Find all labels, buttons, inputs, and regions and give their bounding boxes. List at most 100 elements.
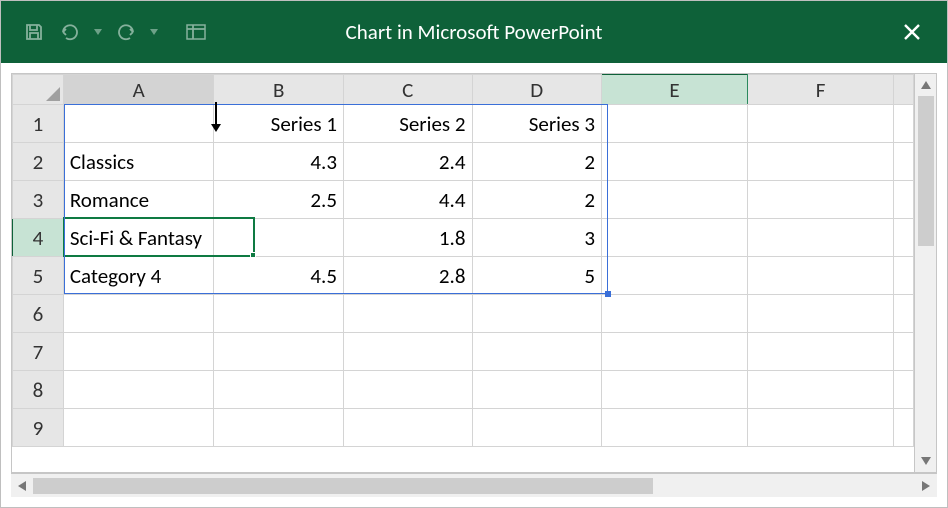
cell-A1[interactable]	[63, 105, 214, 143]
cell-C6[interactable]	[343, 295, 472, 333]
cell-fill-4	[894, 219, 914, 257]
cell-B3[interactable]: 2.5	[214, 181, 344, 219]
cell-E3[interactable]	[602, 181, 748, 219]
cell-A8[interactable]	[63, 371, 214, 409]
row-header-4[interactable]: 4	[13, 219, 64, 257]
cell-fill-6	[894, 295, 914, 333]
window-title: Chart in Microsoft PowerPoint	[346, 19, 603, 45]
cell-D9[interactable]	[472, 409, 602, 447]
cell-F7[interactable]	[748, 333, 894, 371]
cell-E9[interactable]	[602, 409, 748, 447]
cell-B8[interactable]	[214, 371, 344, 409]
column-header-E[interactable]: E	[602, 75, 748, 105]
workbook-area: ABCDEF1Series 1Series 2Series 32Classics…	[1, 63, 947, 507]
cell-A5[interactable]: Category 4	[63, 257, 214, 295]
grid-inner[interactable]: ABCDEF1Series 1Series 2Series 32Classics…	[12, 74, 914, 472]
cell-B9[interactable]	[214, 409, 344, 447]
cell-fill-7	[894, 333, 914, 371]
cell-A2[interactable]: Classics	[63, 143, 214, 181]
cell-C3[interactable]: 4.4	[343, 181, 472, 219]
redo-icon[interactable]	[111, 17, 141, 47]
cell-fill-8	[894, 371, 914, 409]
column-header-A[interactable]: A	[63, 75, 214, 105]
cell-F1[interactable]	[748, 105, 894, 143]
cell-F3[interactable]	[748, 181, 894, 219]
cell-D6[interactable]	[472, 295, 602, 333]
hscroll-track[interactable]	[33, 474, 915, 498]
cell-C1[interactable]: Series 2	[343, 105, 472, 143]
cell-F2[interactable]	[748, 143, 894, 181]
grid-wrap: ABCDEF1Series 1Series 2Series 32Classics…	[11, 73, 937, 473]
cell-fill-3	[894, 181, 914, 219]
cell-C7[interactable]	[343, 333, 472, 371]
cell-D8[interactable]	[472, 371, 602, 409]
cell-A4[interactable]: Sci-Fi & Fantasy	[63, 219, 214, 257]
scroll-down-icon[interactable]	[915, 450, 937, 472]
cell-E2[interactable]	[602, 143, 748, 181]
horizontal-scrollbar[interactable]	[11, 473, 937, 497]
column-header-F[interactable]: F	[748, 75, 894, 105]
cell-B2[interactable]: 4.3	[214, 143, 344, 181]
data-range-handle[interactable]	[605, 291, 611, 297]
vertical-scrollbar[interactable]	[914, 74, 936, 472]
cell-D7[interactable]	[472, 333, 602, 371]
scroll-right-icon[interactable]	[915, 474, 937, 498]
row-header-1[interactable]: 1	[13, 105, 64, 143]
row-header-8[interactable]: 8	[13, 371, 64, 409]
cell-E8[interactable]	[602, 371, 748, 409]
cell-F4[interactable]	[748, 219, 894, 257]
close-button[interactable]	[895, 15, 929, 49]
cell-E1[interactable]	[602, 105, 748, 143]
cell-A3[interactable]: Romance	[63, 181, 214, 219]
cell-E4[interactable]	[602, 219, 748, 257]
vscroll-track[interactable]	[915, 96, 937, 450]
select-all-corner[interactable]	[13, 75, 64, 105]
cell-B6[interactable]	[214, 295, 344, 333]
redo-dropdown-icon[interactable]	[147, 29, 161, 35]
cell-E5[interactable]	[602, 257, 748, 295]
row-header-3[interactable]: 3	[13, 181, 64, 219]
cell-A6[interactable]	[63, 295, 214, 333]
undo-dropdown-icon[interactable]	[91, 29, 105, 35]
cell-C5[interactable]: 2.8	[343, 257, 472, 295]
cell-A9[interactable]	[63, 409, 214, 447]
cell-B4[interactable]	[214, 219, 344, 257]
cell-D1[interactable]: Series 3	[472, 105, 602, 143]
cell-C8[interactable]	[343, 371, 472, 409]
cell-D5[interactable]: 5	[472, 257, 602, 295]
hscroll-thumb[interactable]	[33, 478, 653, 494]
cell-D2[interactable]: 2	[472, 143, 602, 181]
customize-qa-icon[interactable]	[181, 17, 211, 47]
column-header-B[interactable]: B	[214, 75, 344, 105]
row-header-9[interactable]: 9	[13, 409, 64, 447]
row-header-2[interactable]: 2	[13, 143, 64, 181]
cell-C4[interactable]: 1.8	[343, 219, 472, 257]
cell-A7[interactable]	[63, 333, 214, 371]
row-header-5[interactable]: 5	[13, 257, 64, 295]
column-header-fill	[894, 75, 914, 105]
cell-B5[interactable]: 4.5	[214, 257, 344, 295]
row-header-6[interactable]: 6	[13, 295, 64, 333]
cell-B1[interactable]: Series 1	[214, 105, 344, 143]
save-icon[interactable]	[19, 17, 49, 47]
cell-E7[interactable]	[602, 333, 748, 371]
cell-F5[interactable]	[748, 257, 894, 295]
cell-B7[interactable]	[214, 333, 344, 371]
cell-C9[interactable]	[343, 409, 472, 447]
column-header-C[interactable]: C	[343, 75, 472, 105]
cell-E6[interactable]	[602, 295, 748, 333]
scroll-up-icon[interactable]	[915, 74, 937, 96]
cell-F8[interactable]	[748, 371, 894, 409]
cell-fill-1	[894, 105, 914, 143]
cell-F6[interactable]	[748, 295, 894, 333]
cell-C2[interactable]: 2.4	[343, 143, 472, 181]
vscroll-thumb[interactable]	[918, 96, 934, 246]
scroll-left-icon[interactable]	[11, 474, 33, 498]
column-header-D[interactable]: D	[472, 75, 602, 105]
cell-D3[interactable]: 2	[472, 181, 602, 219]
cell-D4[interactable]: 3	[472, 219, 602, 257]
cell-F9[interactable]	[748, 409, 894, 447]
undo-icon[interactable]	[55, 17, 85, 47]
cell-editor[interactable]: Sci-Fi & Fantasy	[70, 221, 206, 255]
row-header-7[interactable]: 7	[13, 333, 64, 371]
